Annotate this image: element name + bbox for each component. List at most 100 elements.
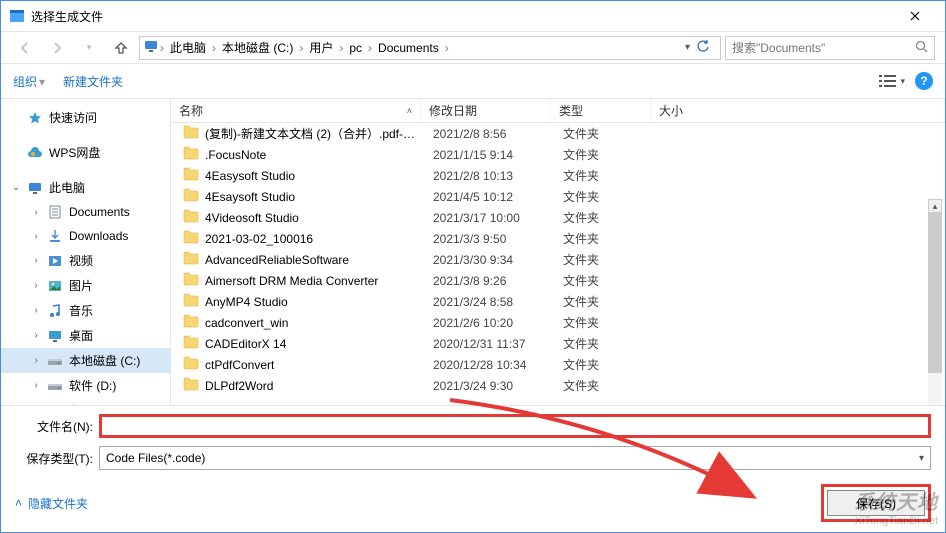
chevron-down-icon: ▾ (919, 453, 924, 464)
scrollbar[interactable]: ▴ ▾ (927, 199, 943, 405)
monitor-icon (27, 180, 43, 196)
sidebar-quick-access[interactable]: 快速访问 (1, 105, 170, 130)
search-box[interactable] (725, 36, 935, 60)
chevron-right-icon: › (31, 355, 41, 366)
window-icon (9, 8, 25, 24)
cell-type: 文件夹 (555, 146, 655, 163)
chevron-right-icon: › (160, 41, 164, 55)
filename-input[interactable] (99, 414, 931, 438)
breadcrumb[interactable]: › 此电脑 › 本地磁盘 (C:) › 用户 › pc › Documents … (139, 36, 721, 60)
cell-name: (复制)-新建文本文档 (2)（合并）.pdf-2... (175, 125, 425, 142)
filetype-combo[interactable]: Code Files(*.code) ▾ (99, 446, 931, 470)
chevron-down-icon[interactable]: ▾ (685, 42, 690, 53)
cell-name: .FocusNote (175, 146, 425, 163)
chevron-up-icon: ˄ (15, 496, 22, 510)
folder-icon (47, 228, 63, 244)
sidebar-item[interactable]: › 桌面 (1, 323, 170, 348)
table-row[interactable]: DLPdf2Word2021/3/24 9:30文件夹 (171, 375, 945, 396)
filename-label: 文件名(N): (15, 418, 93, 435)
organize-menu[interactable]: 组织▾ (13, 73, 47, 90)
crumb-item[interactable]: 此电脑 (166, 37, 210, 58)
column-type[interactable]: 类型 (551, 99, 651, 122)
monitor-icon (144, 39, 158, 56)
crumb-item[interactable]: pc (345, 39, 366, 57)
column-date[interactable]: 修改日期 (421, 99, 551, 122)
cell-type: 文件夹 (555, 251, 655, 268)
folder-icon (183, 272, 199, 289)
table-row[interactable]: (复制)-新建文本文档 (2)（合并）.pdf-2...2021/2/8 8:5… (171, 123, 945, 144)
folder-icon (183, 146, 199, 163)
folder-icon (183, 293, 199, 310)
sidebar-item-label: Documents (69, 205, 130, 219)
cell-name: 4Easysoft Studio (175, 167, 425, 184)
save-button[interactable]: 保存(S) (827, 490, 925, 516)
table-row[interactable]: AnyMP4 Studio2021/3/24 8:58文件夹 (171, 291, 945, 312)
cell-date: 2021/1/15 9:14 (425, 148, 555, 162)
table-row[interactable]: CADEditorX 142020/12/31 11:37文件夹 (171, 333, 945, 354)
table-row[interactable]: Aimersoft DRM Media Converter2021/3/8 9:… (171, 270, 945, 291)
search-icon[interactable] (915, 40, 928, 56)
cell-name: 4Videosoft Studio (175, 209, 425, 226)
sidebar-item[interactable]: ›图片 (1, 273, 170, 298)
table-row[interactable]: ctPdfConvert2020/12/28 10:34文件夹 (171, 354, 945, 375)
table-row[interactable]: cadconvert_win2021/2/6 10:20文件夹 (171, 312, 945, 333)
sidebar-item-label: 桌面 (69, 327, 93, 344)
sidebar-item[interactable]: › 视频 (1, 248, 170, 273)
back-button[interactable] (11, 36, 39, 60)
table-row[interactable]: .FocusNote2021/1/15 9:14文件夹 (171, 144, 945, 165)
column-size[interactable]: 大小 (651, 99, 945, 122)
cell-type: 文件夹 (555, 293, 655, 310)
sidebar-wps[interactable]: WPS网盘 (1, 140, 170, 165)
table-row[interactable]: AdvancedReliableSoftware2021/3/30 9:34文件… (171, 249, 945, 270)
chevron-right-icon: › (339, 41, 343, 55)
search-input[interactable] (732, 41, 911, 55)
folder-icon (183, 314, 199, 331)
cell-type: 文件夹 (555, 356, 655, 373)
sidebar-item[interactable]: ›本地磁盘 (C:) (1, 348, 170, 373)
cell-name: Aimersoft DRM Media Converter (175, 272, 425, 289)
chevron-right-icon: › (445, 41, 449, 55)
cell-type: 文件夹 (555, 230, 655, 247)
cell-name: cadconvert_win (175, 314, 425, 331)
chevron-right-icon: › (31, 305, 41, 316)
sidebar-item[interactable]: ›Documents (1, 200, 170, 224)
table-row[interactable]: 4Esaysoft Studio2021/4/5 10:12文件夹 (171, 186, 945, 207)
sidebar-item[interactable]: ›软件 (D:) (1, 373, 170, 398)
chevron-right-icon: › (368, 41, 372, 55)
chevron-right-icon: › (31, 255, 41, 266)
crumb-item[interactable]: Documents (374, 39, 443, 57)
scroll-up-icon[interactable]: ▴ (928, 199, 942, 213)
table-row[interactable]: 2021-03-02_1000162021/3/3 9:50文件夹 (171, 228, 945, 249)
cell-date: 2020/12/28 10:34 (425, 358, 555, 372)
cell-name: 4Esaysoft Studio (175, 188, 425, 205)
up-button[interactable] (107, 36, 135, 60)
column-name[interactable]: 名称 ˄ (171, 99, 421, 122)
sidebar-item-label: Downloads (69, 229, 128, 243)
recent-dropdown-icon[interactable]: ▾ (75, 36, 103, 60)
sort-indicator-icon: ˄ (407, 106, 412, 116)
new-folder-button[interactable]: 新建文件夹 (63, 73, 123, 90)
chevron-right-icon: › (31, 330, 41, 341)
close-button[interactable] (893, 2, 937, 30)
folder-icon (183, 209, 199, 226)
sidebar-item[interactable]: ›Downloads (1, 224, 170, 248)
refresh-icon[interactable] (692, 39, 714, 56)
cell-type: 文件夹 (555, 335, 655, 352)
table-row[interactable]: 4Easysoft Studio2021/2/8 10:13文件夹 (171, 165, 945, 186)
folder-icon (47, 328, 63, 344)
forward-button[interactable] (43, 36, 71, 60)
sidebar-this-pc[interactable]: ⌄ 此电脑 (1, 175, 170, 200)
crumb-item[interactable]: 用户 (305, 37, 337, 58)
drive-icon (47, 378, 63, 394)
sidebar-item[interactable]: ›备份 (E:) (1, 398, 170, 405)
view-mode-button[interactable]: ▾ (879, 74, 905, 88)
chevron-right-icon: › (299, 41, 303, 55)
chevron-right-icon: › (31, 280, 41, 291)
sidebar-item-label: 视频 (69, 252, 93, 269)
help-icon[interactable]: ? (915, 72, 933, 90)
hide-folders-toggle[interactable]: ˄ 隐藏文件夹 (15, 495, 88, 512)
table-row[interactable]: 4Videosoft Studio2021/3/17 10:00文件夹 (171, 207, 945, 228)
sidebar-item[interactable]: ›音乐 (1, 298, 170, 323)
crumb-item[interactable]: 本地磁盘 (C:) (218, 37, 297, 58)
scroll-thumb[interactable] (928, 213, 942, 373)
